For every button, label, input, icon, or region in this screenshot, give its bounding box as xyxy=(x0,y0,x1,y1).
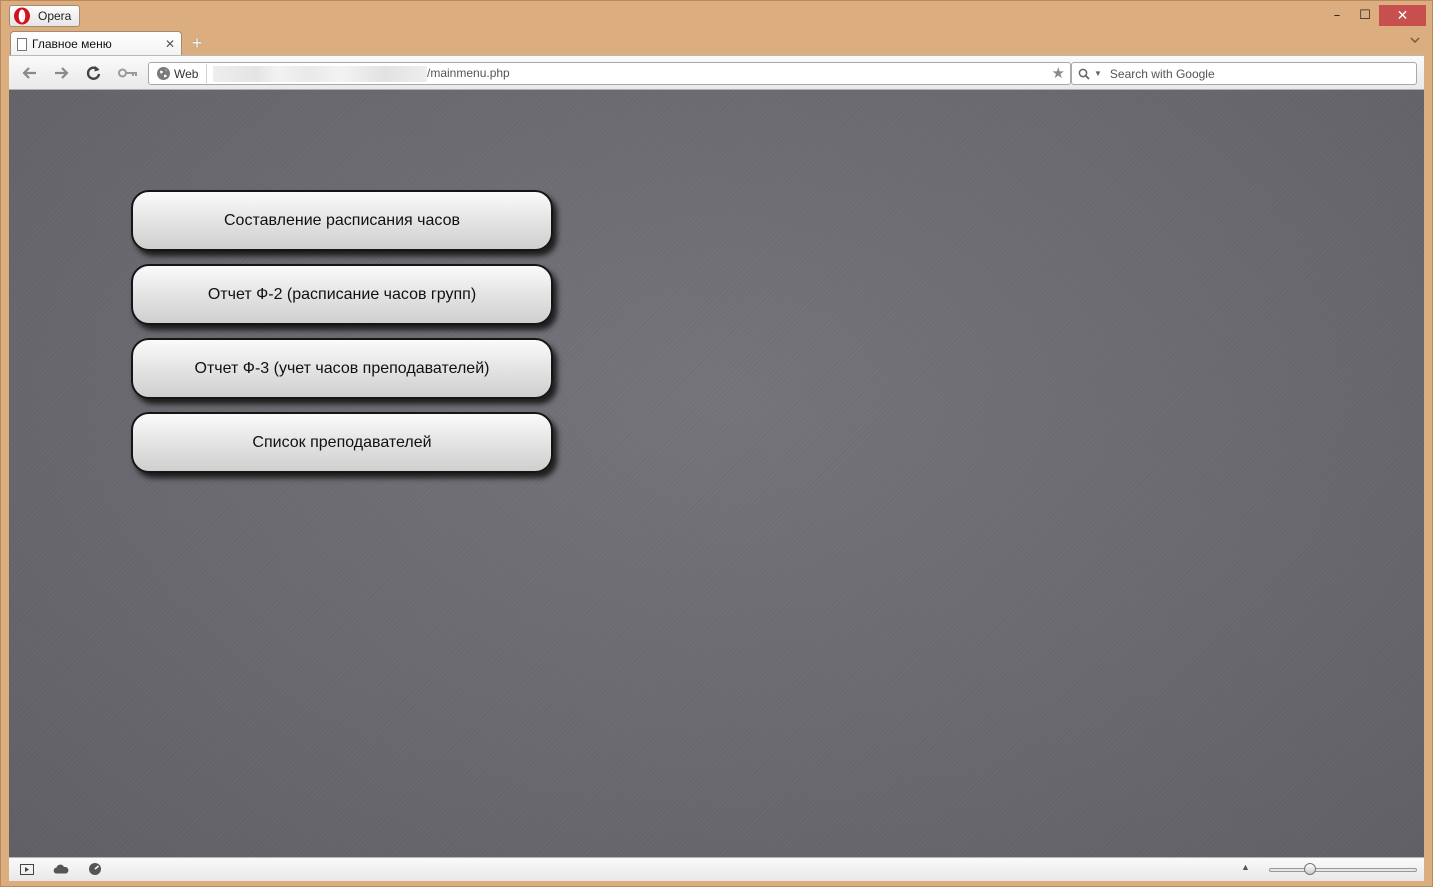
turbo-speedometer-icon[interactable] xyxy=(87,862,103,876)
opera-logo-icon xyxy=(12,7,32,25)
minimize-button[interactable]: – xyxy=(1323,5,1351,26)
forward-button[interactable] xyxy=(50,63,72,83)
report-f3-button[interactable]: Отчет Ф-3 (учет часов преподавателей) xyxy=(131,338,553,399)
url-text: /mainmenu.php xyxy=(427,66,510,80)
web-badge[interactable]: Web xyxy=(151,64,208,83)
close-window-button[interactable]: ✕ xyxy=(1379,5,1426,26)
opera-menu-button[interactable]: Opera xyxy=(9,5,80,27)
status-bar: ▲ xyxy=(9,857,1424,881)
zoom-arrow-up-icon[interactable]: ▲ xyxy=(1241,862,1250,872)
page-content: Составление расписания часов Отчет Ф-2 (… xyxy=(9,90,1424,857)
title-bar: Opera – ☐ ✕ xyxy=(1,1,1432,29)
teachers-list-button[interactable]: Список преподавателей xyxy=(131,412,553,473)
zoom-slider-thumb[interactable] xyxy=(1304,863,1316,875)
address-bar[interactable]: Web /mainmenu.php ★ xyxy=(148,62,1071,85)
browser-window: Opera – ☐ ✕ Главное меню ✕ + Web /mainme… xyxy=(0,0,1433,887)
new-tab-button[interactable]: + xyxy=(187,33,207,53)
reload-button[interactable] xyxy=(83,63,105,83)
web-badge-label: Web xyxy=(174,66,199,81)
search-placeholder: Search with Google xyxy=(1109,66,1215,81)
window-controls: – ☐ ✕ xyxy=(1323,5,1426,26)
search-icon xyxy=(1078,68,1090,80)
bookmark-star-icon[interactable]: ★ xyxy=(1052,64,1065,82)
reload-icon xyxy=(86,66,101,80)
tab-title: Главное меню xyxy=(32,37,112,51)
tab-strip: Главное меню ✕ + xyxy=(1,29,1432,56)
globe-icon xyxy=(157,67,170,80)
search-field[interactable]: ▼ Search with Google xyxy=(1071,62,1417,85)
cloud-sync-icon[interactable] xyxy=(53,862,69,876)
search-engine-dropdown-icon[interactable]: ▼ xyxy=(1094,69,1102,78)
schedule-hours-button[interactable]: Составление расписания часов xyxy=(131,190,553,251)
back-button[interactable] xyxy=(19,63,41,83)
maximize-button[interactable]: ☐ xyxy=(1351,5,1379,26)
tab-menu-chevron-icon[interactable] xyxy=(1410,35,1420,46)
zoom-slider[interactable] xyxy=(1269,868,1417,872)
report-f2-button[interactable]: Отчет Ф-2 (расписание часов групп) xyxy=(131,264,553,325)
key-button[interactable] xyxy=(115,63,141,83)
tab-close-icon[interactable]: ✕ xyxy=(165,37,175,51)
forward-arrow-icon xyxy=(55,67,69,79)
page-icon xyxy=(17,37,27,51)
opera-menu-label: Opera xyxy=(38,9,72,23)
key-icon xyxy=(118,68,137,78)
panel-toggle-icon[interactable] xyxy=(19,862,35,876)
tab-main-menu[interactable]: Главное меню ✕ xyxy=(10,31,182,56)
back-arrow-icon xyxy=(22,67,36,79)
navigation-toolbar: Web /mainmenu.php ★ ▼ Search with Google xyxy=(9,55,1424,90)
url-redacted-region xyxy=(213,66,427,82)
